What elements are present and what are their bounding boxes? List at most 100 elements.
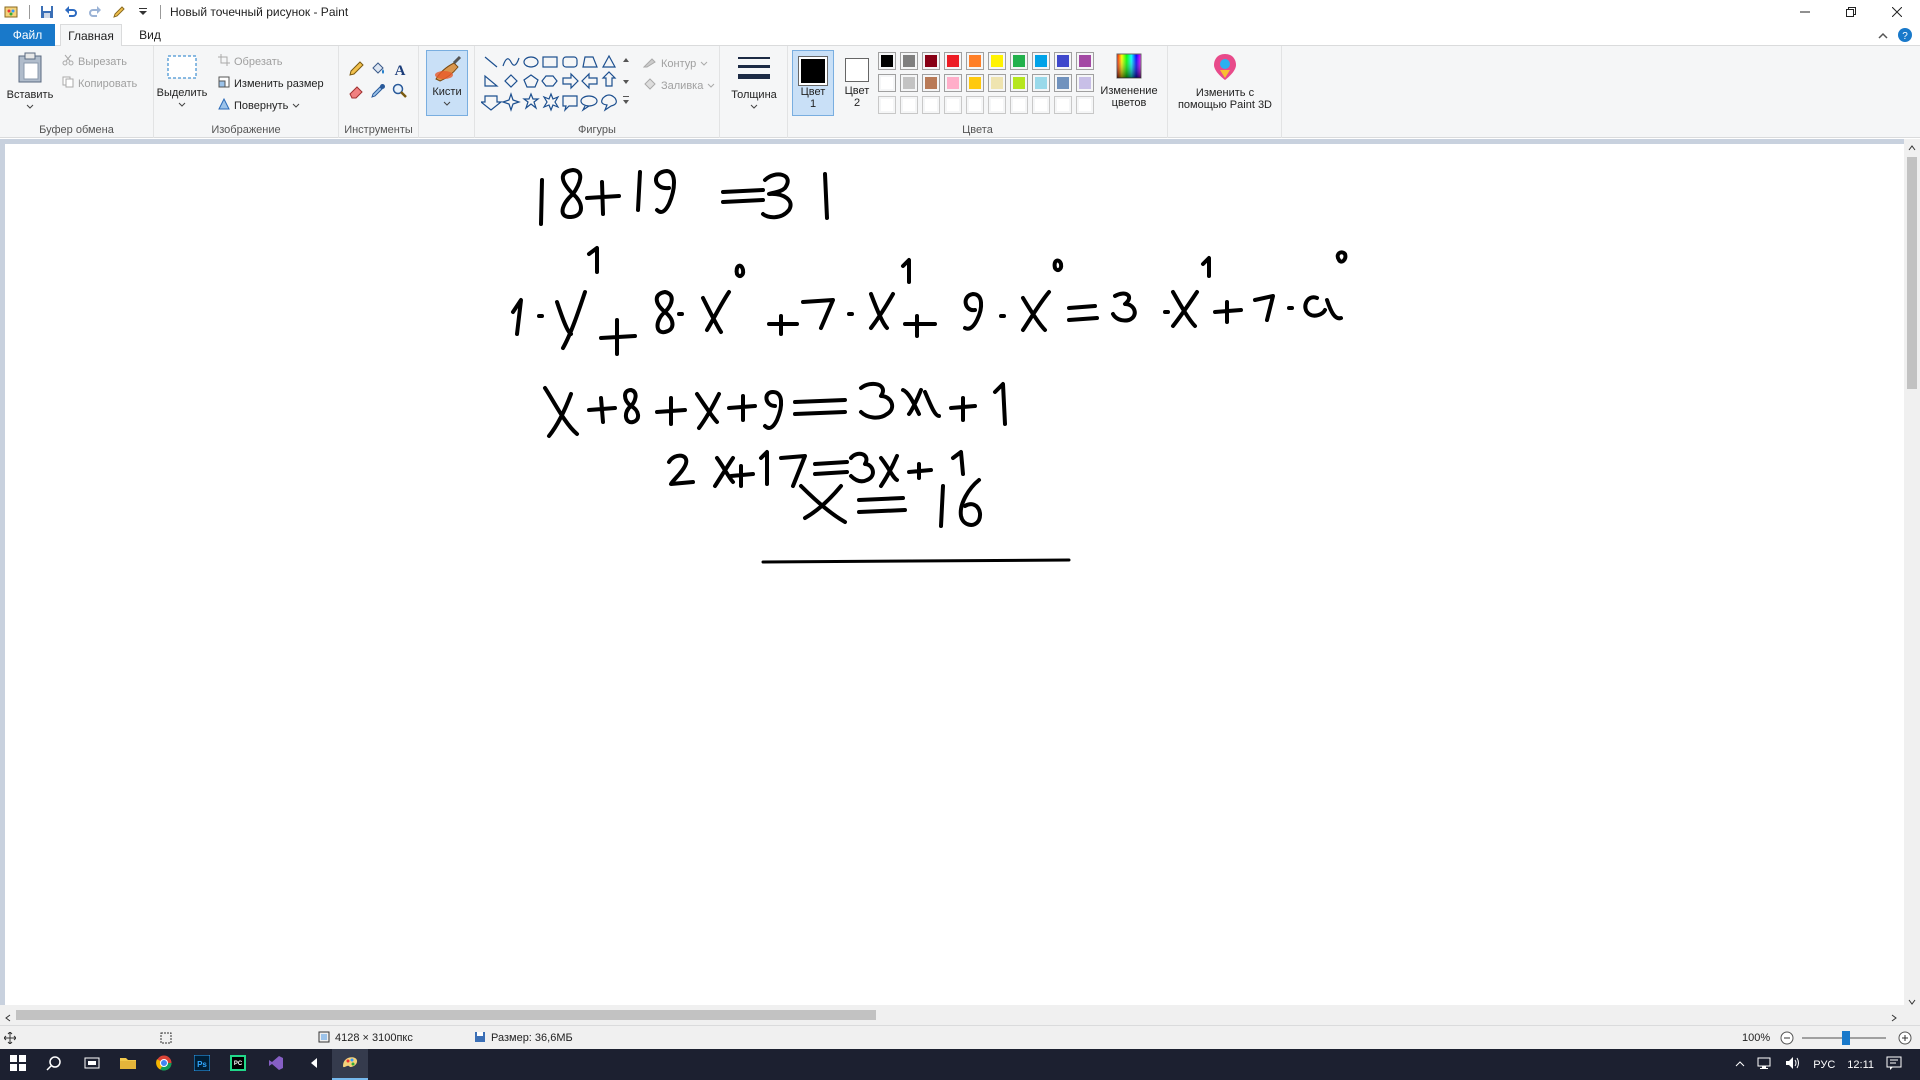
vertical-scrollbar[interactable] (1904, 139, 1920, 1005)
paint3d-button[interactable]: Изменить с помощью Paint 3D (1172, 52, 1278, 111)
zoom-in-button[interactable] (1898, 1026, 1912, 1050)
drawing-canvas[interactable] (5, 144, 1904, 1005)
scroll-left-icon[interactable] (4, 1011, 12, 1025)
undo-icon[interactable] (61, 2, 81, 22)
chevron-up-icon[interactable] (1735, 1059, 1745, 1071)
color2-button[interactable]: Цвет 2 (836, 50, 878, 116)
vertical-scroll-thumb[interactable] (1907, 157, 1917, 389)
palette-swatch[interactable] (1076, 74, 1094, 92)
handwritten-line-3 (543, 381, 1007, 438)
copy-label: Копировать (78, 77, 138, 90)
palette-swatch[interactable] (1032, 96, 1050, 114)
pencil-icon[interactable] (347, 60, 365, 78)
palette-swatch[interactable] (900, 96, 918, 114)
palette-swatch[interactable] (1010, 52, 1028, 70)
horizontal-scroll-thumb[interactable] (16, 1010, 876, 1020)
color-picker-icon[interactable] (369, 82, 387, 100)
collapse-ribbon-icon[interactable] (1878, 30, 1888, 44)
size-button[interactable]: Толщина (726, 54, 782, 113)
horizontal-scrollbar[interactable] (0, 1005, 1904, 1025)
paint3d-icon (1211, 52, 1239, 85)
palette-swatch[interactable] (878, 52, 896, 70)
fill-bucket-icon[interactable] (369, 60, 387, 78)
pencil-qat-icon[interactable] (109, 2, 129, 22)
tab-file[interactable]: Файл (0, 24, 55, 46)
palette-swatch[interactable] (1076, 52, 1094, 70)
eraser-icon[interactable] (347, 82, 365, 100)
palette-swatch[interactable] (922, 74, 940, 92)
volume-icon[interactable] (1785, 1056, 1801, 1073)
palette-swatch[interactable] (1054, 96, 1072, 114)
magnifier-icon[interactable] (391, 82, 409, 100)
search-button[interactable] (36, 1049, 72, 1080)
customize-qat-icon[interactable] (133, 2, 153, 22)
clock[interactable]: 12:11 (1847, 1059, 1874, 1071)
shapes-gallery[interactable] (481, 54, 631, 116)
palette-swatch[interactable] (966, 52, 984, 70)
crop-button[interactable]: Обрезать (218, 54, 283, 69)
help-icon[interactable]: ? (1898, 28, 1912, 45)
rotate-button[interactable]: Повернуть (218, 97, 300, 113)
close-button[interactable] (1874, 0, 1920, 24)
cut-button[interactable]: Вырезать (62, 54, 127, 69)
palette-swatch[interactable] (988, 96, 1006, 114)
save-icon[interactable] (37, 2, 57, 22)
media-button[interactable] (296, 1049, 332, 1080)
palette-swatch[interactable] (944, 96, 962, 114)
palette-swatch[interactable] (878, 96, 896, 114)
copy-button[interactable]: Копировать (62, 76, 137, 91)
paste-button[interactable]: Вставить (6, 52, 54, 113)
paint-app-icon[interactable] (2, 2, 22, 22)
palette-swatch[interactable] (944, 52, 962, 70)
palette-swatch[interactable] (1054, 74, 1072, 92)
palette-swatch[interactable] (900, 74, 918, 92)
notifications-icon[interactable] (1886, 1056, 1902, 1073)
zoom-slider-thumb[interactable] (1842, 1031, 1850, 1045)
palette-swatch[interactable] (966, 96, 984, 114)
zoom-out-button[interactable] (1780, 1026, 1794, 1050)
paint-taskbar-button[interactable] (332, 1049, 368, 1080)
palette-swatch[interactable] (878, 74, 896, 92)
minimize-button[interactable] (1782, 0, 1828, 24)
palette-swatch[interactable] (922, 52, 940, 70)
palette-swatch[interactable] (922, 96, 940, 114)
cursor-position-icon (4, 1026, 16, 1050)
outline-button[interactable]: Контур (642, 56, 708, 71)
file-explorer-button[interactable] (110, 1049, 146, 1080)
tab-home[interactable]: Главная (60, 24, 122, 47)
palette-swatch[interactable] (988, 52, 1006, 70)
tab-view[interactable]: Вид (128, 24, 172, 46)
fill-button[interactable]: Заливка (643, 78, 715, 93)
start-button[interactable] (0, 1049, 36, 1080)
palette-swatch[interactable] (1010, 96, 1028, 114)
edit-colors-button[interactable]: Изменение цветов (1094, 52, 1164, 109)
brushes-button[interactable]: Кисти (426, 50, 468, 116)
palette-swatch[interactable] (966, 74, 984, 92)
restore-button[interactable] (1828, 0, 1874, 24)
palette-swatch[interactable] (1054, 52, 1072, 70)
select-button[interactable]: Выделить (157, 54, 207, 111)
chrome-button[interactable] (146, 1049, 182, 1080)
palette-swatch[interactable] (900, 52, 918, 70)
text-tool-icon[interactable]: A (391, 60, 409, 78)
scroll-up-icon[interactable] (1908, 141, 1916, 155)
palette-swatch[interactable] (1032, 74, 1050, 92)
pycharm-button[interactable]: PC (220, 1049, 256, 1080)
redo-icon[interactable] (85, 2, 105, 22)
visual-studio-button[interactable] (258, 1049, 294, 1080)
scroll-right-icon[interactable] (1890, 1011, 1898, 1025)
palette-swatch[interactable] (1010, 74, 1028, 92)
photoshop-button[interactable]: Ps (184, 1049, 220, 1080)
task-view-button[interactable] (74, 1049, 110, 1080)
scrollbar-corner (1904, 1005, 1920, 1025)
resize-button[interactable]: Изменить размер (218, 76, 324, 91)
palette-swatch[interactable] (1032, 52, 1050, 70)
palette-swatch[interactable] (1076, 96, 1094, 114)
palette-swatch[interactable] (988, 74, 1006, 92)
network-icon[interactable] (1757, 1056, 1773, 1073)
chevron-down-icon (707, 80, 715, 92)
palette-swatch[interactable] (944, 74, 962, 92)
language-indicator[interactable]: РУС (1813, 1059, 1835, 1071)
color1-button[interactable]: Цвет 1 (792, 50, 834, 116)
chevron-down-icon (750, 101, 758, 113)
